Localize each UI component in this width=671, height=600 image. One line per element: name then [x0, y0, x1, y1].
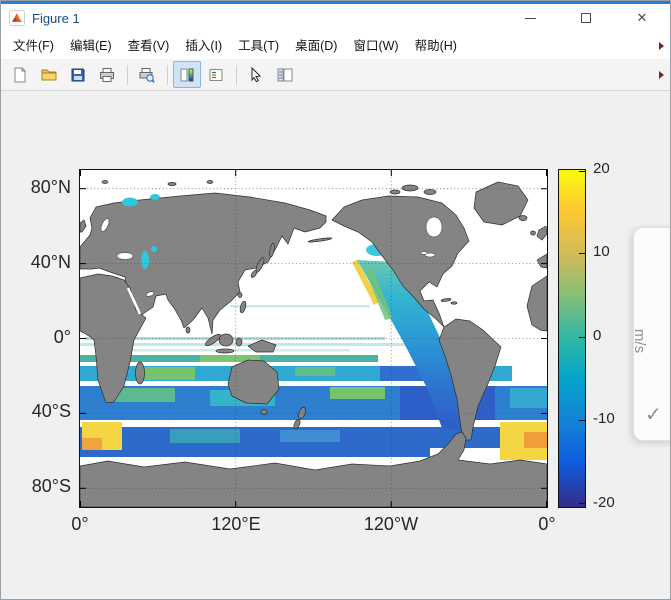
insert-colorbar-button[interactable] — [173, 61, 201, 88]
titlebar[interactable]: Figure 1 ✕ — [1, 4, 670, 32]
new-document-icon — [12, 67, 28, 83]
window-accent-line — [1, 1, 670, 4]
lon-tick-120E: 120°E — [191, 514, 281, 534]
colorbar-tick-20: 20 — [593, 160, 639, 178]
insert-legend-icon — [208, 67, 224, 83]
toolbar-separator — [167, 65, 168, 85]
menu-item-file[interactable]: 文件(F) — [5, 33, 62, 59]
lat-tick-40N: 40°N — [7, 252, 71, 272]
menu-item-view[interactable]: 查看(V) — [120, 33, 178, 59]
print-preview-icon — [139, 67, 155, 83]
close-button[interactable]: ✕ — [614, 4, 670, 32]
close-icon: ✕ — [637, 10, 648, 26]
lat-tick-80S: 80°S — [7, 476, 71, 496]
figure-canvas: 80°N 40°N 0° 40°S 80°S 0° 120°E 120°W 0°… — [1, 90, 670, 599]
lat-tick-0: 0° — [7, 327, 71, 347]
window-title: Figure 1 — [32, 11, 80, 26]
open-folder-icon — [41, 67, 57, 83]
menu-item-desktop[interactable]: 桌面(D) — [287, 33, 345, 59]
colorbar-tick — [579, 337, 585, 338]
insert-colorbar-icon — [179, 67, 195, 83]
colorbar-tick — [579, 253, 585, 254]
minimize-button[interactable] — [502, 4, 558, 32]
colorbar — [558, 169, 586, 508]
colorbar-tick-neg20: -20 — [593, 494, 639, 512]
save-icon — [70, 67, 86, 83]
toolbar — [1, 59, 670, 91]
print-figure-button[interactable] — [93, 61, 121, 88]
figure-window: Figure 1 ✕ 文件(F) 编辑(E) 查看(V) 插入(I) 工具(T)… — [0, 0, 671, 600]
pointer-icon — [248, 67, 264, 83]
plot-browser-icon — [277, 67, 293, 83]
checkmark-icon[interactable]: ✓ — [645, 402, 662, 427]
maximize-icon — [581, 13, 591, 23]
menu-bar: 文件(F) 编辑(E) 查看(V) 插入(I) 工具(T) 桌面(D) 窗口(W… — [1, 32, 670, 60]
colorbar-units-label: m/s — [631, 321, 647, 361]
print-preview-button[interactable] — [133, 61, 161, 88]
menu-item-tools[interactable]: 工具(T) — [230, 33, 287, 59]
plot-browser-button[interactable] — [271, 61, 299, 88]
colorbar-tick — [579, 420, 585, 421]
lon-tick-0-right: 0° — [502, 514, 592, 534]
menu-item-edit[interactable]: 编辑(E) — [62, 33, 120, 59]
new-figure-button[interactable] — [6, 61, 34, 88]
lon-tick-0-left: 0° — [35, 514, 125, 534]
insert-legend-button[interactable] — [202, 61, 230, 88]
map-axes — [79, 169, 548, 508]
lat-tick-80N: 80°N — [7, 177, 71, 197]
toolbar-overflow-chevron-icon[interactable] — [659, 71, 664, 79]
maximize-button[interactable] — [558, 4, 614, 32]
save-figure-button[interactable] — [64, 61, 92, 88]
menu-overflow-chevron-icon[interactable] — [659, 42, 664, 50]
toolbar-separator — [236, 65, 237, 85]
minimize-icon — [525, 18, 536, 19]
edit-plot-button[interactable] — [242, 61, 270, 88]
print-icon — [99, 67, 115, 83]
menu-item-insert[interactable]: 插入(I) — [177, 33, 230, 59]
menu-item-help[interactable]: 帮助(H) — [407, 33, 465, 59]
colorbar-tick — [579, 503, 585, 504]
lat-tick-40S: 40°S — [7, 401, 71, 421]
colorbar-tick — [579, 171, 585, 172]
caption-buttons: ✕ — [502, 4, 670, 32]
matlab-figure-icon — [9, 10, 25, 26]
world-map — [80, 170, 547, 507]
open-file-button[interactable] — [35, 61, 63, 88]
lon-tick-120W: 120°W — [346, 514, 436, 534]
menu-item-window[interactable]: 窗口(W) — [345, 33, 406, 59]
toolbar-separator — [127, 65, 128, 85]
